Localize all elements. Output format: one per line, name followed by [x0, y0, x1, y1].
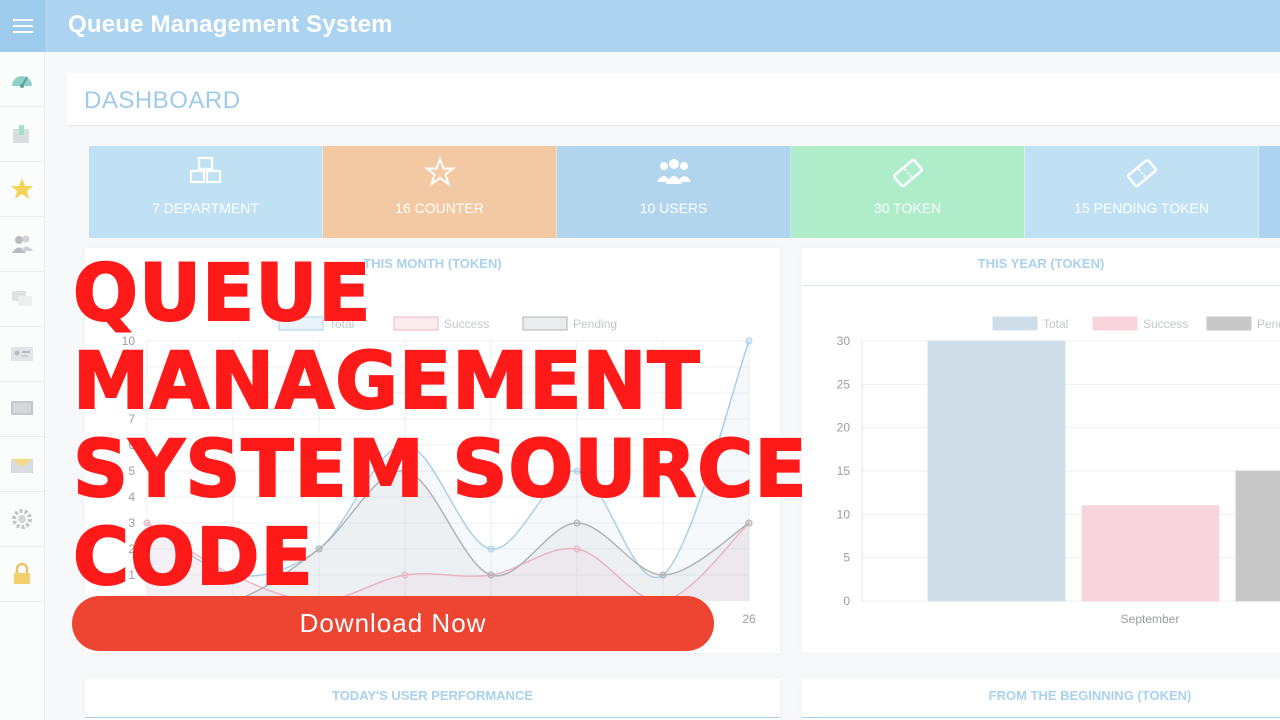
bar: [927, 340, 1066, 602]
star-outline-icon: [424, 156, 456, 187]
app-title: Queue Management System: [68, 11, 393, 38]
headline-line: SYSTEM SOURCE: [72, 425, 808, 515]
sidebar-item-department[interactable]: [0, 107, 44, 162]
sidebar-item-sms[interactable]: [0, 437, 44, 492]
stat-label: 7 DEPARTMENT: [152, 200, 259, 216]
ticket-icon: [893, 158, 923, 188]
promo-headline: QUEUE MANAGEMENT SYSTEM SOURCE CODE: [72, 249, 935, 603]
bar: [1235, 470, 1280, 602]
panel-title: FROM THE BEGINNING (TOKEN): [988, 688, 1192, 703]
sidebar-item-dashboard[interactable]: [0, 52, 44, 107]
headline-line: CODE: [72, 513, 314, 603]
sidebar-item-display[interactable]: [0, 382, 44, 437]
settings-gear-icon: [12, 509, 32, 529]
department-icon: [13, 125, 29, 143]
stat-label: 10 USERS: [639, 200, 708, 216]
x-tick-label: 26: [742, 612, 756, 626]
dashboard-header: DASHBOARD: [67, 73, 1280, 126]
sidebar-item-logout[interactable]: [0, 547, 44, 602]
stat-department[interactable]: 7 DEPARTMENT: [89, 146, 324, 238]
legend-swatch: [1092, 316, 1138, 331]
dashboard-gauge-icon: [12, 76, 32, 88]
headline-line: QUEUE MANAGEMENT: [72, 249, 701, 427]
user-performance-panel: TODAY'S USER PERFORMANCE: [85, 678, 780, 720]
sidebar-item-counter[interactable]: [0, 162, 44, 217]
divider: [85, 717, 780, 718]
chat-icon: [12, 291, 32, 306]
stat-overflow: [1259, 146, 1280, 238]
legend-label: Total: [1043, 317, 1068, 331]
stat-users[interactable]: 10 USERS: [557, 146, 792, 238]
users-icon: [657, 159, 692, 184]
stat-counter[interactable]: 16 COUNTER: [323, 146, 558, 238]
legend-label: Pendi: [1257, 317, 1280, 331]
download-now-button[interactable]: Download Now: [72, 596, 714, 651]
stat-pending-token[interactable]: 15 PENDING TOKEN: [1025, 146, 1260, 238]
users-icon: [12, 235, 33, 253]
cubes-icon: [189, 156, 222, 184]
legend-label: Success: [1143, 317, 1188, 331]
lock-icon: [14, 562, 30, 584]
stats-row: 7 DEPARTMENT 16 COUNTER 10 USERS 30 TOKE…: [89, 146, 1280, 238]
hamburger-menu-icon[interactable]: [0, 0, 45, 52]
ticket-icon: [1127, 158, 1157, 188]
legend-swatch: [1206, 316, 1252, 331]
stat-label: 30 TOKEN: [873, 200, 942, 216]
bar: [1081, 505, 1220, 602]
beginning-panel: FROM THE BEGINNING (TOKEN): [802, 678, 1280, 720]
mail-icon: [11, 459, 33, 473]
top-bar: Queue Management System: [0, 0, 1280, 52]
panel-title: TODAY'S USER PERFORMANCE: [331, 688, 533, 703]
legend-swatch: [992, 316, 1038, 331]
stat-label: 15 PENDING TOKEN: [1074, 200, 1209, 216]
page-title: DASHBOARD: [84, 87, 241, 114]
divider: [802, 717, 1280, 718]
sidebar-item-users[interactable]: [0, 217, 44, 272]
sidebar-item-id-card[interactable]: [0, 327, 44, 382]
sidebar-item-settings[interactable]: [0, 492, 44, 547]
star-icon: [11, 178, 33, 199]
id-card-icon: [11, 347, 33, 361]
stat-token[interactable]: 30 TOKEN: [791, 146, 1026, 238]
monitor-icon: [11, 401, 33, 415]
x-tick-label: September: [1121, 612, 1180, 626]
sidebar-item-messages[interactable]: [0, 272, 44, 327]
stat-label: 16 COUNTER: [395, 200, 484, 216]
sidebar: [0, 52, 45, 720]
